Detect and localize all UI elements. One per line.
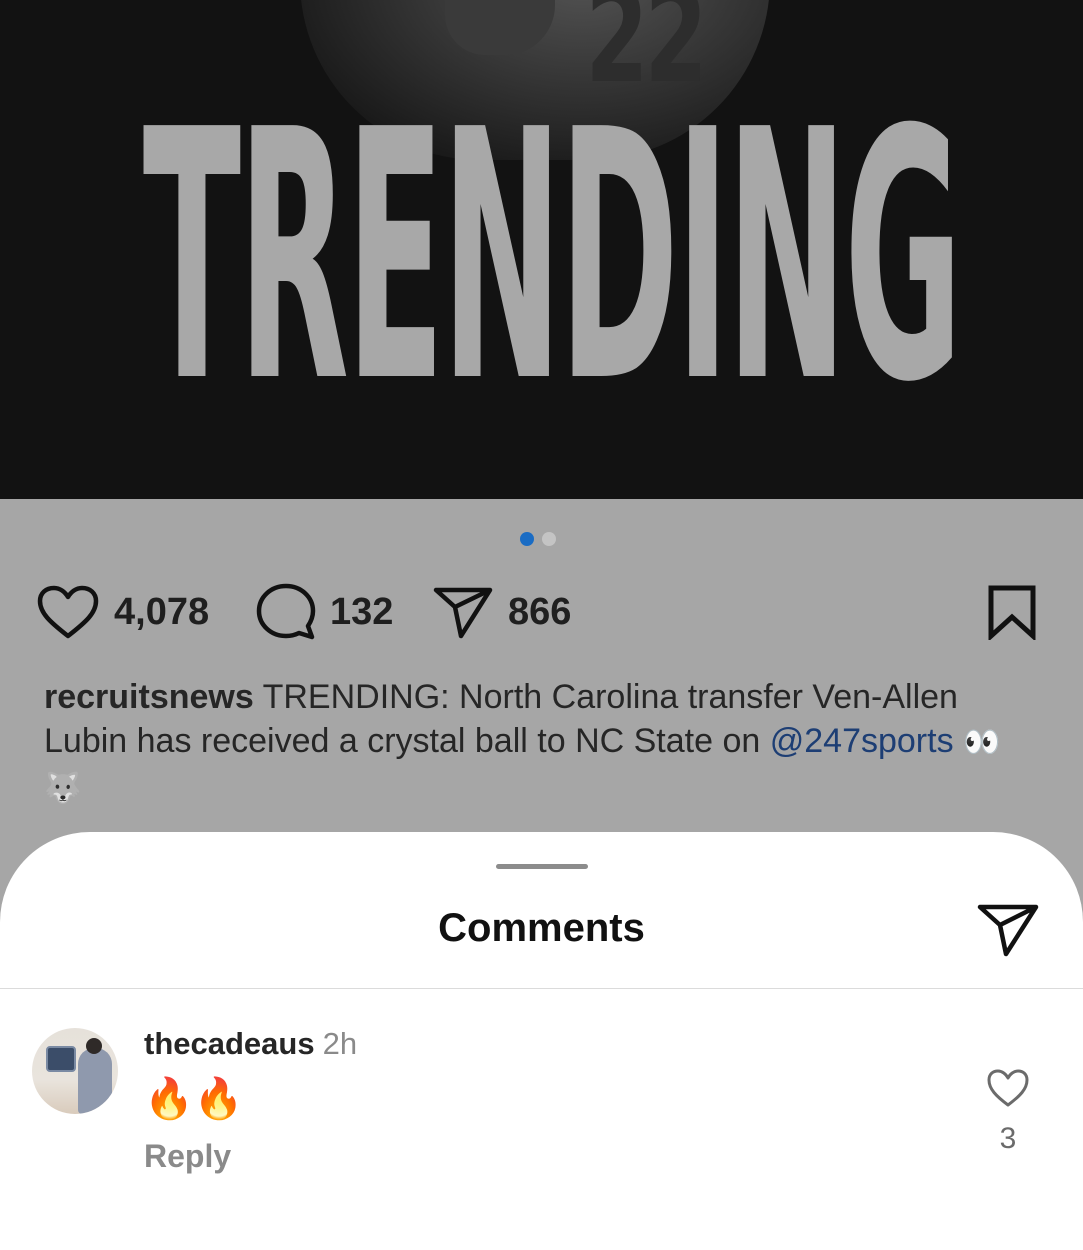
carousel-dot-active	[520, 532, 534, 546]
comment-like-count: 3	[999, 1122, 1017, 1155]
paper-plane-icon[interactable]	[976, 902, 1040, 958]
post-actions: 4,078 132 866	[36, 582, 632, 642]
avatar-sign	[46, 1046, 76, 1072]
post-caption: recruitsnews TRENDING: North Carolina tr…	[44, 675, 1034, 811]
caption-username[interactable]: recruitsnews	[44, 678, 254, 716]
sheet-title: Comments	[438, 906, 645, 950]
comment-item: thecadeaus 2h 🔥🔥 Reply 3	[0, 988, 1083, 1250]
trending-graphic-text: TRENDING	[124, 84, 979, 434]
carousel-dot	[542, 532, 556, 546]
comment-action[interactable]: 132	[256, 582, 432, 642]
avatar[interactable]	[32, 1028, 118, 1114]
like-action[interactable]: 4,078	[36, 584, 256, 640]
trending-label: TRENDING	[143, 57, 963, 459]
sheet-drag-handle[interactable]	[496, 864, 588, 869]
post-image[interactable]: 22 TRENDING	[0, 0, 1083, 499]
caption-mention[interactable]: @247sports	[770, 722, 954, 760]
share-action[interactable]: 866	[432, 584, 632, 640]
comment-timestamp: 2h	[322, 1026, 358, 1061]
comment-username[interactable]: thecadeaus	[144, 1026, 315, 1061]
carousel-indicator	[520, 532, 556, 546]
share-count[interactable]: 866	[508, 591, 571, 634]
heart-icon[interactable]	[36, 584, 100, 640]
bookmark-icon[interactable]	[986, 584, 1038, 640]
avatar-person	[78, 1048, 112, 1114]
paper-plane-icon[interactable]	[432, 584, 494, 640]
comment-header: thecadeaus 2h	[144, 1026, 357, 1062]
like-count[interactable]: 4,078	[114, 591, 209, 634]
avatar-head	[86, 1038, 102, 1054]
reply-button[interactable]: Reply	[144, 1138, 231, 1175]
comment-count[interactable]: 132	[330, 591, 393, 634]
comments-sheet: Comments thecadeaus 2h 🔥🔥 Reply 3	[0, 832, 1083, 1250]
comment-bubble-icon[interactable]	[256, 582, 316, 642]
comment-text: 🔥🔥	[144, 1077, 244, 1121]
heart-icon[interactable]	[986, 1066, 1030, 1110]
